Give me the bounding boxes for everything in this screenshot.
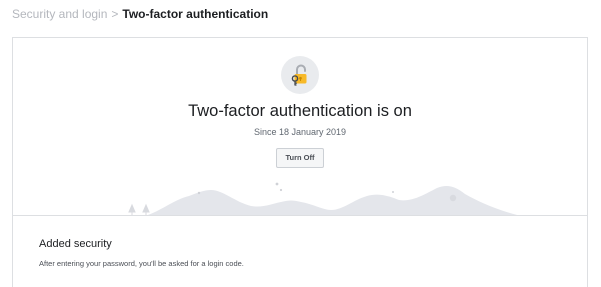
- status-hero: Two-factor authentication is on Since 18…: [13, 38, 587, 215]
- hills-illustration: [128, 182, 518, 215]
- two-factor-card: Two-factor authentication is on Since 18…: [12, 37, 588, 287]
- unlocked-padlock-with-key-icon: [291, 64, 307, 86]
- added-security-description: After entering your password, you'll be …: [39, 259, 244, 268]
- page-title: Two-factor authentication: [122, 7, 269, 21]
- turn-off-button[interactable]: Turn Off: [276, 148, 324, 168]
- section-divider: [13, 215, 587, 216]
- status-title: Two-factor authentication is on: [188, 102, 412, 120]
- breadcrumb-link-security-and-login[interactable]: Security and login: [12, 7, 107, 21]
- breadcrumb: Security and login > Two-factor authentica…: [12, 6, 268, 22]
- added-security-heading: Added security: [39, 238, 112, 250]
- enabled-since-text: Since 18 January 2019: [253, 127, 347, 137]
- lock-icon-circle: [281, 56, 319, 94]
- breadcrumb-separator: >: [111, 7, 119, 21]
